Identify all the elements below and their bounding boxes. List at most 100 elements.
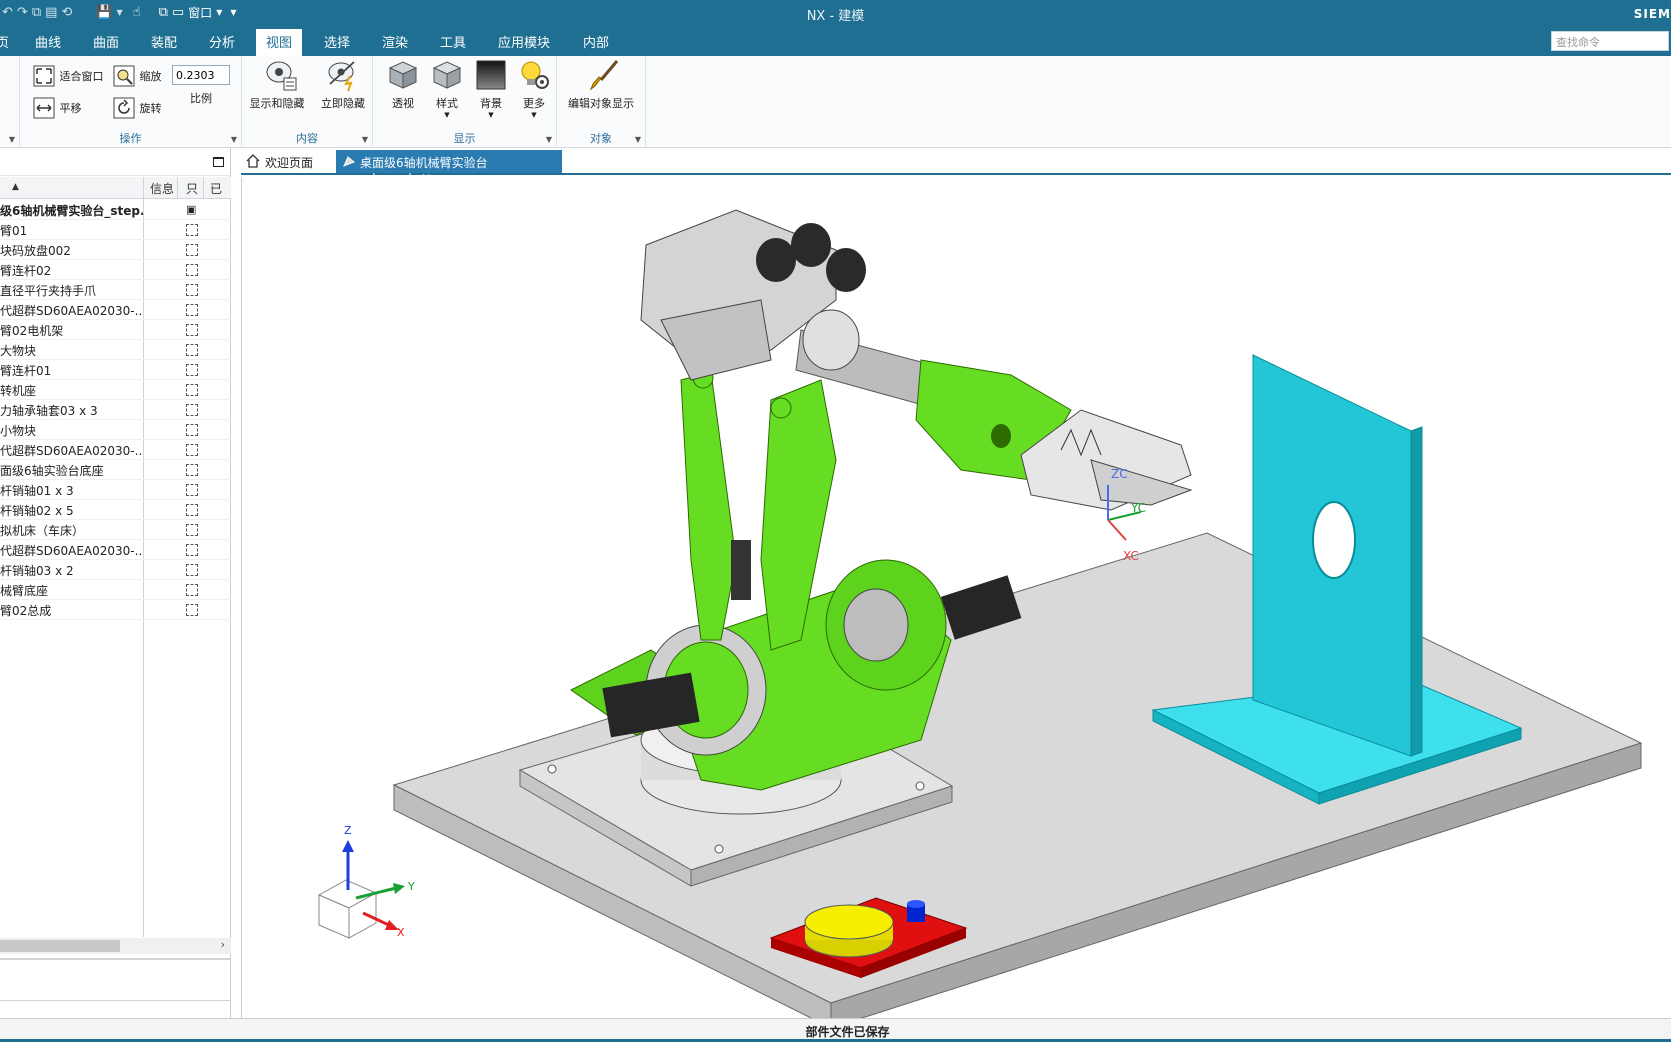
navigator-row[interactable]: 小物块 bbox=[0, 420, 231, 440]
component-name: 臂02电机架 bbox=[0, 324, 64, 338]
readonly-checkbox[interactable] bbox=[186, 444, 198, 456]
zoom-button[interactable]: 缩放 bbox=[112, 64, 162, 88]
readonly-checkbox[interactable] bbox=[186, 504, 198, 516]
navigator-row[interactable]: 臂02电机架 bbox=[0, 320, 231, 340]
column-info[interactable]: 信息 bbox=[150, 180, 174, 197]
tab-tools[interactable]: 工具 bbox=[440, 32, 466, 51]
navigator-row[interactable]: 代超群SD60AEA02030-... bbox=[0, 540, 231, 560]
navigator-row[interactable]: 力轴承轴套03 x 3 bbox=[0, 400, 231, 420]
navigator-header: ▲ 信息 只 已 bbox=[0, 177, 231, 199]
ribbon-group-content: 显示和隐藏 立即隐藏 内容 ▼ bbox=[242, 56, 373, 148]
tab-assembly[interactable]: 装配 bbox=[151, 32, 177, 51]
scroll-right-icon[interactable]: › bbox=[221, 938, 225, 951]
show-hide-button[interactable]: 显示和隐藏 bbox=[250, 58, 310, 111]
navigator-root-row[interactable]: 级6轴机械臂实验台_step... ▣ bbox=[0, 200, 231, 220]
edit-object-display-button[interactable]: 编辑对象显示 bbox=[568, 58, 639, 111]
scale-input[interactable] bbox=[172, 65, 230, 85]
rotate-button[interactable]: 旋转 bbox=[112, 96, 162, 120]
graphics-window[interactable]: ZC YC XC Z Y X bbox=[241, 177, 1671, 1018]
tab-render[interactable]: 渲染 bbox=[382, 32, 408, 51]
maximize-icon[interactable] bbox=[213, 157, 224, 167]
navigator-row[interactable]: 械臂底座 bbox=[0, 580, 231, 600]
fit-window-button[interactable]: 适合窗口 bbox=[32, 64, 104, 88]
ribbon: ▼ 适合窗口 缩放 比例 平移 旋转 操作 ▼ 显示和隐藏 立即 bbox=[0, 56, 1671, 148]
status-bar: 部件文件已保存 bbox=[0, 1018, 1671, 1042]
hide-now-button[interactable]: 立即隐藏 bbox=[318, 58, 368, 111]
scrollbar-thumb[interactable] bbox=[0, 940, 120, 952]
pan-icon bbox=[33, 97, 55, 119]
readonly-checkbox[interactable] bbox=[186, 344, 198, 356]
readonly-checkbox[interactable] bbox=[186, 524, 198, 536]
readonly-checkbox[interactable] bbox=[186, 484, 198, 496]
navigator-row[interactable]: 面级6轴实验台底座 bbox=[0, 460, 231, 480]
readonly-checkbox[interactable] bbox=[186, 424, 198, 436]
readonly-checkbox[interactable] bbox=[186, 564, 198, 576]
tab-view[interactable]: 视图 bbox=[256, 29, 303, 56]
group-dropdown-icon[interactable]: ▼ bbox=[635, 135, 641, 144]
tab-curve[interactable]: 曲线 bbox=[35, 32, 61, 51]
tab-welcome-page[interactable]: 欢迎页面 bbox=[241, 150, 327, 173]
component-name: 代超群SD60AEA02030-... bbox=[0, 444, 143, 458]
readonly-checkbox[interactable] bbox=[186, 244, 198, 256]
home-icon bbox=[246, 154, 260, 168]
navigator-row[interactable]: 杆销轴01 x 3 bbox=[0, 480, 231, 500]
navigator-row[interactable]: 杆销轴02 x 5 bbox=[0, 500, 231, 520]
readonly-checkbox[interactable] bbox=[186, 584, 198, 596]
background-button[interactable]: 背景 ▼ bbox=[473, 58, 509, 119]
tab-surface[interactable]: 曲面 bbox=[93, 32, 119, 51]
group-dropdown-icon[interactable]: ▼ bbox=[9, 135, 15, 144]
readonly-checkbox[interactable] bbox=[186, 264, 198, 276]
tab-part-file[interactable]: 桌面级6轴机械臂实验台_step.prt✕ bbox=[336, 150, 562, 185]
column-readonly[interactable]: 只 bbox=[186, 180, 198, 197]
column-modified[interactable]: 已 bbox=[210, 180, 222, 197]
navigator-row[interactable]: 拟机床（车床） bbox=[0, 520, 231, 540]
triad-z-label: Z bbox=[344, 824, 352, 837]
hide-now-icon bbox=[328, 61, 355, 92]
readonly-checkbox[interactable] bbox=[186, 464, 198, 476]
readonly-checkbox[interactable] bbox=[186, 384, 198, 396]
tab-applications[interactable]: 应用模块 bbox=[498, 32, 550, 51]
more-dropdown-icon[interactable]: ▼ bbox=[516, 111, 552, 119]
command-search-input[interactable]: 查找命令 bbox=[1551, 31, 1669, 51]
readonly-checkbox[interactable] bbox=[186, 324, 198, 336]
more-button[interactable]: 更多 ▼ bbox=[516, 58, 552, 119]
tab-select[interactable]: 选择 bbox=[324, 32, 350, 51]
readonly-checkbox[interactable] bbox=[186, 224, 198, 236]
navigator-row[interactable]: 块码放盘002 bbox=[0, 240, 231, 260]
paintbrush-icon bbox=[589, 60, 619, 91]
perspective-button[interactable]: 透视 bbox=[385, 58, 421, 111]
group-dropdown-icon[interactable]: ▼ bbox=[362, 135, 368, 144]
component-name: 杆销轴02 x 5 bbox=[0, 504, 74, 518]
tab-home[interactable]: 页 bbox=[0, 32, 9, 51]
navigator-row[interactable]: 杆销轴03 x 2 bbox=[0, 560, 231, 580]
navigator-row[interactable]: 大物块 bbox=[0, 340, 231, 360]
readonly-checkbox[interactable] bbox=[186, 404, 198, 416]
background-dropdown-icon[interactable]: ▼ bbox=[473, 111, 509, 119]
tab-analysis[interactable]: 分析 bbox=[209, 32, 235, 51]
pan-button[interactable]: 平移 bbox=[32, 96, 82, 120]
sort-ascending-icon[interactable]: ▲ bbox=[12, 182, 19, 192]
style-button[interactable]: 样式 ▼ bbox=[429, 58, 465, 119]
style-icon bbox=[432, 61, 462, 89]
readonly-checkbox[interactable] bbox=[186, 544, 198, 556]
navigator-row[interactable]: 转机座 bbox=[0, 380, 231, 400]
triad-y-label: Y bbox=[407, 880, 415, 893]
group-dropdown-icon[interactable]: ▼ bbox=[231, 135, 237, 144]
navigator-row[interactable]: 代超群SD60AEA02030-... bbox=[0, 440, 231, 460]
readonly-checkbox[interactable] bbox=[186, 604, 198, 616]
status-message: 部件文件已保存 bbox=[805, 1025, 890, 1039]
model-scene: ZC YC XC Z Y X bbox=[317, 209, 1643, 1018]
navigator-row[interactable]: 臂02总成 bbox=[0, 600, 231, 620]
readonly-checkbox[interactable] bbox=[186, 364, 198, 376]
readonly-checkbox[interactable] bbox=[186, 304, 198, 316]
navigator-row[interactable]: 臂连杆02 bbox=[0, 260, 231, 280]
navigator-row[interactable]: 直径平行夹持手爪 bbox=[0, 280, 231, 300]
navigator-horizontal-scrollbar[interactable]: › bbox=[0, 938, 231, 954]
group-dropdown-icon[interactable]: ▼ bbox=[546, 135, 552, 144]
readonly-checkbox[interactable] bbox=[186, 284, 198, 296]
navigator-row[interactable]: 臂连杆01 bbox=[0, 360, 231, 380]
navigator-row[interactable]: 代超群SD60AEA02030-... bbox=[0, 300, 231, 320]
navigator-row[interactable]: 臂01 bbox=[0, 220, 231, 240]
tab-internal[interactable]: 内部 bbox=[583, 32, 609, 51]
style-dropdown-icon[interactable]: ▼ bbox=[429, 111, 465, 119]
